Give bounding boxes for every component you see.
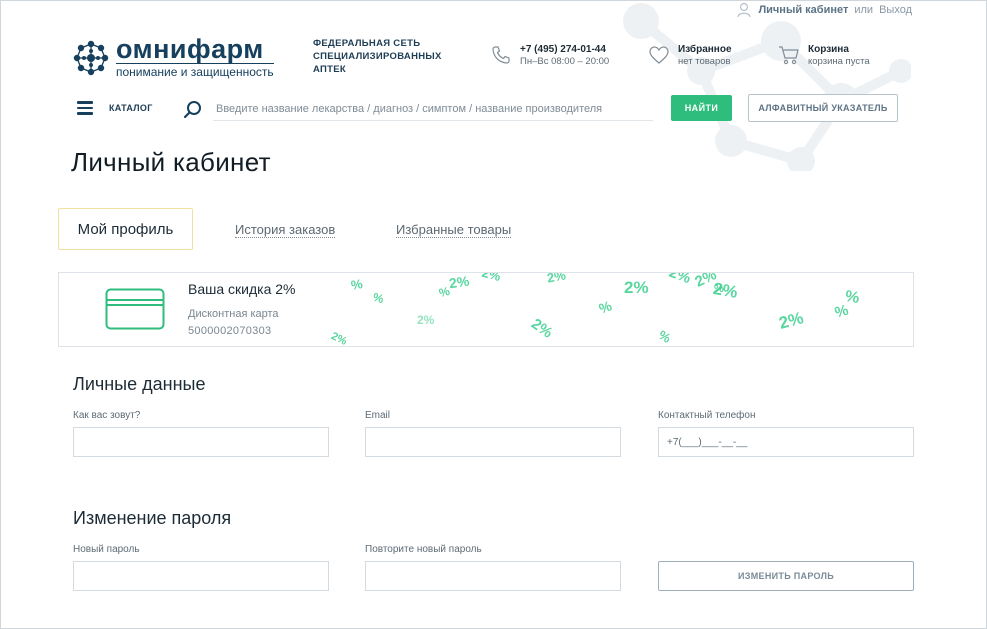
percent-mark: 2% [528,315,556,342]
discount-card-panel: Ваша скидка 2% Дисконтная карта 50000020… [58,272,914,347]
personal-data-title: Личные данные [73,374,206,394]
cart-block[interactable]: Корзина корзина пуста [778,43,870,68]
catalog-button[interactable]: КАТАЛОГ [109,103,153,113]
percent-mark: 2% [545,272,567,286]
new-password-input[interactable] [73,561,329,591]
search-icon[interactable] [183,100,202,119]
percent-mark: 2% [417,313,435,327]
cart-title: Корзина [808,44,849,55]
discount-card-number: 5000002070303 [188,325,272,337]
or-text: или [854,4,874,16]
repeat-password-input[interactable] [365,561,621,591]
molecule-background-icon [623,3,911,171]
email-label: Email [365,410,391,421]
percent-mark: % [596,297,614,317]
new-password-label: Новый пароль [73,544,140,555]
phone-icon [492,46,510,64]
user-icon [737,2,752,18]
working-hours: Пн–Вс 08:00 – 20:00 [520,56,610,67]
search-input[interactable] [213,97,653,121]
burger-menu-icon[interactable] [77,101,93,115]
percent-mark: 2% [624,278,649,297]
favorites-title: Избранное [678,44,732,55]
logout-link[interactable]: Выход [879,4,912,16]
repeat-password-label: Повторите новый пароль [365,544,482,555]
percent-mark: % [371,289,386,307]
percent-mark: 2% [480,272,503,285]
percent-mark: % [349,276,364,293]
percent-mark: 2% [776,308,806,333]
tab-order-history[interactable]: История заказов [235,222,336,238]
logo-name: омнифарм [116,34,264,64]
phone-number[interactable]: +7 (495) 274-01-44 [520,43,609,56]
page-title: Личный кабинет [71,147,271,177]
percent-mark: % [843,287,861,308]
tab-my-profile[interactable]: Мой профиль [58,208,193,250]
name-label: Как вас зовут? [73,410,141,421]
page-frame: Личный кабинет или Выход омнифарм понима… [0,0,987,629]
discount-card-icon [105,288,165,330]
logo-molecule-icon [73,40,109,75]
cart-icon [779,46,799,65]
percent-mark: 2% [329,330,349,347]
phone-block[interactable]: +7 (495) 274-01-44 Пн–Вс 08:00 – 20:00 [490,43,609,68]
change-password-button[interactable]: ИЗМЕНИТЬ ПАРОЛЬ [658,561,914,591]
find-button[interactable]: НАЙТИ [671,95,732,121]
cart-status: корзина пуста [808,56,870,67]
favorites-status: нет товаров [678,56,731,67]
favorites-block[interactable]: Избранное нет товаров [648,43,732,68]
email-input[interactable] [365,427,621,457]
percent-mark: % [656,327,674,346]
network-tagline: ФЕДЕРАЛЬНАЯ СЕТЬ СПЕЦИАЛИЗИРОВАННЫХ АПТЕ… [313,38,442,75]
percent-mark: 2% [447,272,471,292]
tab-favorite-products[interactable]: Избранные товары [396,222,512,238]
alphabet-index-button[interactable]: АЛФАВИТНЫЙ УКАЗАТЕЛЬ [748,94,898,122]
logo-slogan: понимание и защищенность [116,63,274,79]
percent-mark: 2% [711,279,740,302]
discount-card-label: Дисконтная карта [188,308,279,320]
percent-mark: 2% [666,272,693,288]
logo[interactable]: омнифарм понимание и защищенность [72,36,274,79]
heart-icon [649,46,669,64]
cabinet-link[interactable]: Личный кабинет [758,4,848,16]
phone-label: Контактный телефон [658,410,756,421]
phone-input[interactable] [658,427,914,457]
user-bar: Личный кабинет или Выход [736,2,912,18]
password-change-title: Изменение пароля [73,508,232,528]
discount-title: Ваша скидка 2% [188,281,296,297]
name-input[interactable] [73,427,329,457]
